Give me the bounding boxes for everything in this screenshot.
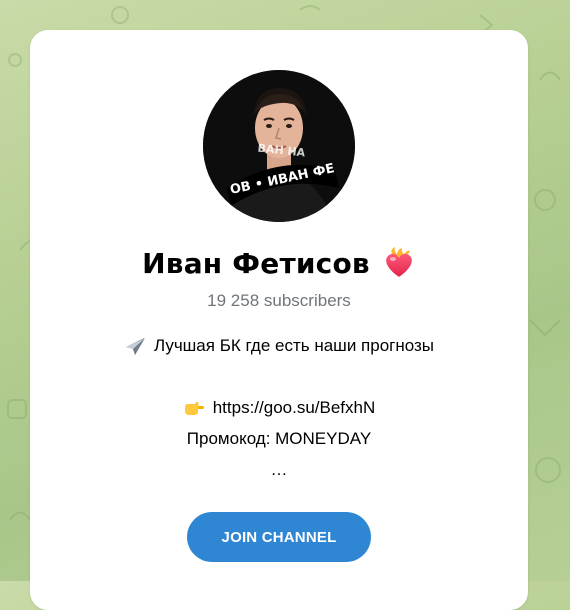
channel-name: Иван Фетисов	[142, 246, 370, 280]
promo-link[interactable]: https://goo.su/BefxhN	[213, 392, 376, 423]
channel-title-row: Иван Фетисов	[30, 243, 528, 283]
channel-description: Лучшая БК где есть наши прогнозы https:/…	[30, 330, 528, 485]
description-line-ellipsis: …	[30, 454, 528, 485]
description-line-promo: Промокод: MONEYDAY	[30, 423, 528, 454]
airplane-icon	[124, 335, 146, 357]
description-text: Лучшая БК где есть наши прогнозы	[153, 336, 435, 355]
join-channel-button[interactable]: JOIN CHANNEL	[187, 512, 371, 562]
channel-avatar[interactable]: ОВ • ИВАН ФЕ ВАН НА	[203, 70, 355, 222]
description-line-link: https://goo.su/BefxhN	[30, 392, 528, 423]
fire-heart-icon	[382, 246, 416, 280]
subscriber-count: 19 258 subscribers	[207, 291, 351, 310]
description-line-bookmaker: Лучшая БК где есть наши прогнозы	[30, 330, 528, 361]
promo-code-text: Промокод: MONEYDAY	[186, 429, 372, 448]
pointing-hand-icon	[183, 397, 205, 419]
description-ellipsis: …	[270, 460, 288, 479]
channel-card: ОВ • ИВАН ФЕ ВАН НА Иван Фетисов 19 258 …	[30, 30, 528, 610]
